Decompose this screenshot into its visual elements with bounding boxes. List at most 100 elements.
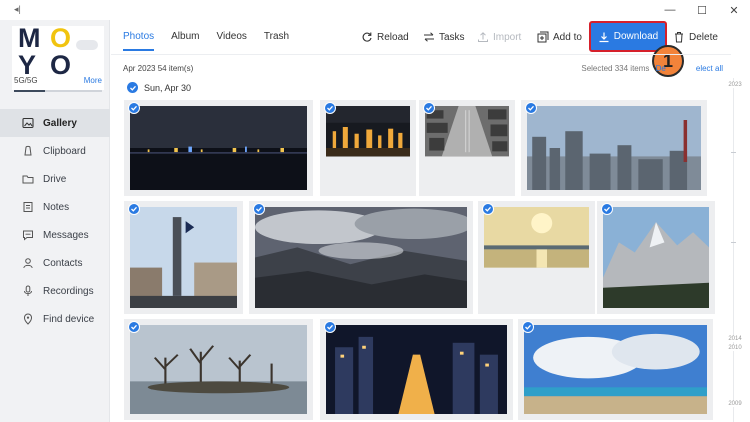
app-window: ◂| — ☐ ✕ M O Y O 5G/5G More Gallery Clip…	[0, 0, 750, 422]
photo-select-checkbox[interactable]	[525, 102, 537, 114]
sidebar-item-find-device[interactable]: Find device	[0, 305, 110, 333]
storage-bar-fill	[14, 90, 45, 92]
close-button[interactable]: ✕	[718, 0, 750, 20]
sidebar: M O Y O 5G/5G More Gallery Clipboard Dri…	[0, 20, 110, 422]
note-icon	[22, 201, 34, 213]
photo-select-checkbox[interactable]	[128, 203, 140, 215]
download-button[interactable]: Download	[589, 21, 667, 52]
sidebar-item-label: Recordings	[43, 285, 94, 297]
device-info: 5G/5G More	[14, 76, 102, 88]
tab-trash[interactable]: Trash	[264, 31, 289, 51]
selected-count: Selected 334 items	[581, 64, 650, 73]
storage-bar	[14, 90, 102, 92]
day-select-checkbox[interactable]	[127, 82, 138, 93]
message-icon	[22, 229, 34, 241]
timeline-tick	[731, 152, 736, 153]
photo-thumbnail[interactable]	[597, 201, 715, 314]
sidebar-item-label: Drive	[43, 173, 67, 185]
photo-thumbnail[interactable]	[478, 201, 595, 314]
photo-beach-clouds	[524, 325, 707, 414]
photo-thumbnail[interactable]	[124, 319, 313, 420]
import-label: Import	[493, 31, 522, 43]
photo-select-checkbox[interactable]	[324, 321, 336, 333]
photo-select-checkbox[interactable]	[482, 203, 494, 215]
photo-thumbnail[interactable]	[124, 201, 243, 314]
reload-button[interactable]: Reload	[361, 31, 409, 43]
location-pin-icon	[22, 313, 34, 325]
deselect-link[interactable]: De	[656, 64, 666, 73]
sidebar-item-label: Gallery	[43, 117, 77, 129]
header-divider	[111, 54, 731, 55]
photo-night-harbor	[130, 106, 307, 190]
reload-icon	[361, 31, 373, 43]
timeline-year[interactable]: 2014	[720, 336, 750, 342]
add-to-label: Add to	[553, 31, 582, 43]
window-controls: — ☐ ✕	[654, 0, 750, 20]
sidebar-item-gallery[interactable]: Gallery	[0, 109, 110, 137]
photo-thumbnail[interactable]	[521, 100, 707, 196]
photo-winter-trees	[130, 325, 307, 414]
photo-sunset-lake	[484, 207, 589, 268]
logo-letter-m: M	[18, 23, 41, 53]
add-to-button[interactable]: Add to	[537, 31, 582, 43]
photo-image	[255, 207, 467, 308]
sidebar-item-clipboard[interactable]: Clipboard	[0, 137, 110, 165]
sidebar-item-label: Messages	[43, 229, 89, 241]
minimize-button[interactable]: —	[654, 0, 686, 20]
sidebar-item-recordings[interactable]: Recordings	[0, 277, 110, 305]
tasks-button[interactable]: Tasks	[423, 31, 465, 43]
maximize-button[interactable]: ☐	[686, 0, 718, 20]
sidebar-item-messages[interactable]: Messages	[0, 221, 110, 249]
photo-thumbnail[interactable]	[518, 319, 713, 420]
photo-select-checkbox[interactable]	[253, 203, 265, 215]
photo-aerial-street-bw	[425, 106, 509, 157]
photo-select-checkbox[interactable]	[423, 102, 435, 114]
tab-photos[interactable]: Photos	[123, 31, 155, 51]
photo-select-checkbox[interactable]	[128, 102, 140, 114]
photo-image	[130, 325, 307, 414]
photo-image	[524, 325, 707, 414]
photo-image	[484, 207, 589, 308]
photo-thumbnail[interactable]	[320, 100, 416, 196]
device-name: 5G/5G	[14, 76, 38, 85]
tab-videos[interactable]: Videos	[217, 31, 247, 51]
sidebar-item-label: Notes	[43, 201, 70, 213]
select-all-link[interactable]: elect all	[696, 64, 723, 73]
photo-night-city-lights	[326, 106, 410, 157]
app-icon: ◂|	[14, 4, 21, 14]
logo-letter-o: O	[50, 50, 72, 80]
photo-select-checkbox[interactable]	[324, 102, 336, 114]
sidebar-item-notes[interactable]: Notes	[0, 193, 110, 221]
photo-image	[326, 325, 507, 414]
import-button[interactable]: Import	[477, 31, 521, 43]
date-timeline[interactable]: 2023 2014 2010 2009	[720, 78, 750, 422]
sidebar-item-label: Contacts	[43, 257, 83, 269]
photo-thumbnail[interactable]	[320, 319, 513, 420]
upload-icon	[477, 31, 489, 43]
timeline-tick	[731, 242, 736, 243]
day-group-header[interactable]: Sun, Apr 30	[127, 82, 191, 93]
timeline-year[interactable]: 2023	[720, 82, 750, 88]
timeline-year[interactable]: 2009	[720, 401, 750, 407]
photo-thumbnail[interactable]	[249, 201, 473, 314]
download-icon	[598, 31, 610, 43]
timeline-track	[733, 78, 734, 422]
photo-thumbnail[interactable]	[419, 100, 515, 196]
tab-album[interactable]: Album	[171, 31, 199, 51]
more-link[interactable]: More	[84, 76, 102, 85]
photo-select-checkbox[interactable]	[601, 203, 613, 215]
photo-night-street	[326, 325, 507, 414]
month-item-count: Apr 2023 54 item(s)	[123, 64, 194, 73]
photo-select-checkbox[interactable]	[128, 321, 140, 333]
photo-mountains-clouds	[255, 207, 467, 308]
photo-thumbnail[interactable]	[124, 100, 313, 196]
delete-button[interactable]: Delete	[673, 31, 718, 43]
photo-rocky-mountain	[603, 207, 709, 308]
sidebar-item-drive[interactable]: Drive	[0, 165, 110, 193]
photo-city-skyline	[527, 106, 701, 190]
delete-label: Delete	[689, 31, 718, 43]
photo-image	[326, 106, 410, 190]
photo-select-checkbox[interactable]	[522, 321, 534, 333]
timeline-year[interactable]: 2010	[720, 345, 750, 351]
sidebar-item-contacts[interactable]: Contacts	[0, 249, 110, 277]
